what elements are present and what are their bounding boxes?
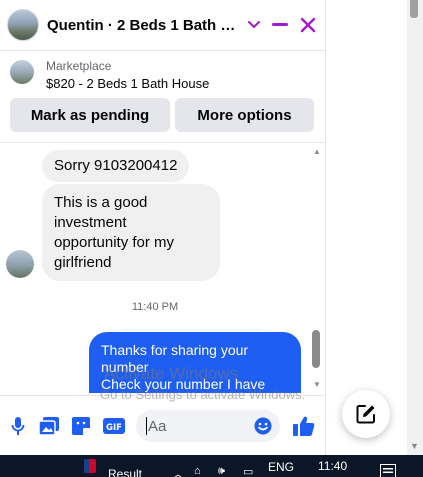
message-bubble[interactable]: This is a good investment opportunity fo… (42, 184, 220, 281)
scrollbar-thumb[interactable] (312, 330, 320, 368)
page-scrollbar-thumb[interactable] (410, 0, 418, 18)
photo-icon[interactable] (38, 415, 60, 437)
message-bubble[interactable]: Sorry 9103200412 (42, 150, 190, 182)
message-input[interactable]: Aa (136, 410, 280, 442)
language-indicator[interactable]: ENG (268, 460, 294, 474)
battery-icon[interactable]: ▭ (243, 465, 253, 477)
page-scrollbar[interactable] (407, 0, 423, 455)
result-label[interactable]: Result (108, 467, 142, 477)
thumbs-up-icon[interactable] (293, 415, 315, 437)
message-text: Thanks for sharing your (101, 342, 249, 358)
chat-title[interactable]: Quentin · 2 Beds 1 Bath Ho... (47, 17, 245, 34)
taskbar: Result ︿ ⌂ 🕪 ▭ ENG 11:40 (0, 455, 423, 477)
scroll-up-icon[interactable]: ▲ (313, 147, 321, 156)
sender-avatar[interactable] (6, 250, 34, 278)
message-text: opportunity for my (54, 234, 175, 251)
clock[interactable]: 11:40 (318, 459, 347, 473)
activation-watermark-subtext: Go to Settings to activate Windows. (100, 387, 306, 402)
listing-panel: Marketplace $820 - 2 Beds 1 Bath House M… (0, 52, 325, 143)
message-text: Sorry 9103200412 (54, 157, 178, 174)
compose-icon (356, 405, 375, 424)
close-icon[interactable] (296, 13, 320, 37)
new-message-button[interactable] (342, 390, 390, 438)
text-cursor (146, 417, 147, 435)
listing-thumbnail[interactable] (10, 60, 34, 84)
svg-text:GIF: GIF (106, 423, 122, 433)
sticker-icon[interactable] (70, 415, 92, 437)
marketplace-label: Marketplace (46, 59, 112, 73)
message-text: girlfriend (54, 254, 112, 271)
more-options-button[interactable]: More options (175, 98, 314, 132)
scroll-down-icon[interactable]: ▼ (313, 380, 321, 389)
message-input-placeholder: Aa (148, 418, 167, 435)
message-timestamp: 11:40 PM (131, 301, 179, 313)
activation-watermark: Activate Windows (104, 364, 239, 383)
gif-icon[interactable]: GIF (102, 415, 126, 437)
message-list: Sorry 9103200412 This is a good investme… (0, 144, 325, 393)
mark-as-pending-button[interactable]: Mark as pending (10, 98, 170, 132)
network-icon[interactable]: ⌂ (194, 465, 201, 477)
chevron-down-icon[interactable] (242, 13, 266, 37)
message-text: investment (54, 214, 127, 231)
listing-title[interactable]: $820 - 2 Beds 1 Bath House (46, 76, 209, 91)
chevron-up-icon[interactable]: ︿ (172, 465, 184, 477)
chat-header: Quentin · 2 Beds 1 Bath Ho... (0, 0, 325, 51)
avatar[interactable] (7, 9, 39, 41)
page-scroll-down-icon[interactable]: ▼ (410, 441, 419, 451)
emoji-icon[interactable] (254, 417, 272, 440)
minimize-icon[interactable] (268, 13, 292, 37)
notifications-icon[interactable] (380, 464, 396, 477)
nba-icon[interactable] (84, 459, 96, 476)
message-text: This is a good (54, 194, 148, 211)
microphone-icon[interactable] (7, 415, 29, 437)
volume-icon[interactable]: 🕪 (218, 465, 225, 477)
composer-bar: GIF Aa (0, 395, 325, 455)
